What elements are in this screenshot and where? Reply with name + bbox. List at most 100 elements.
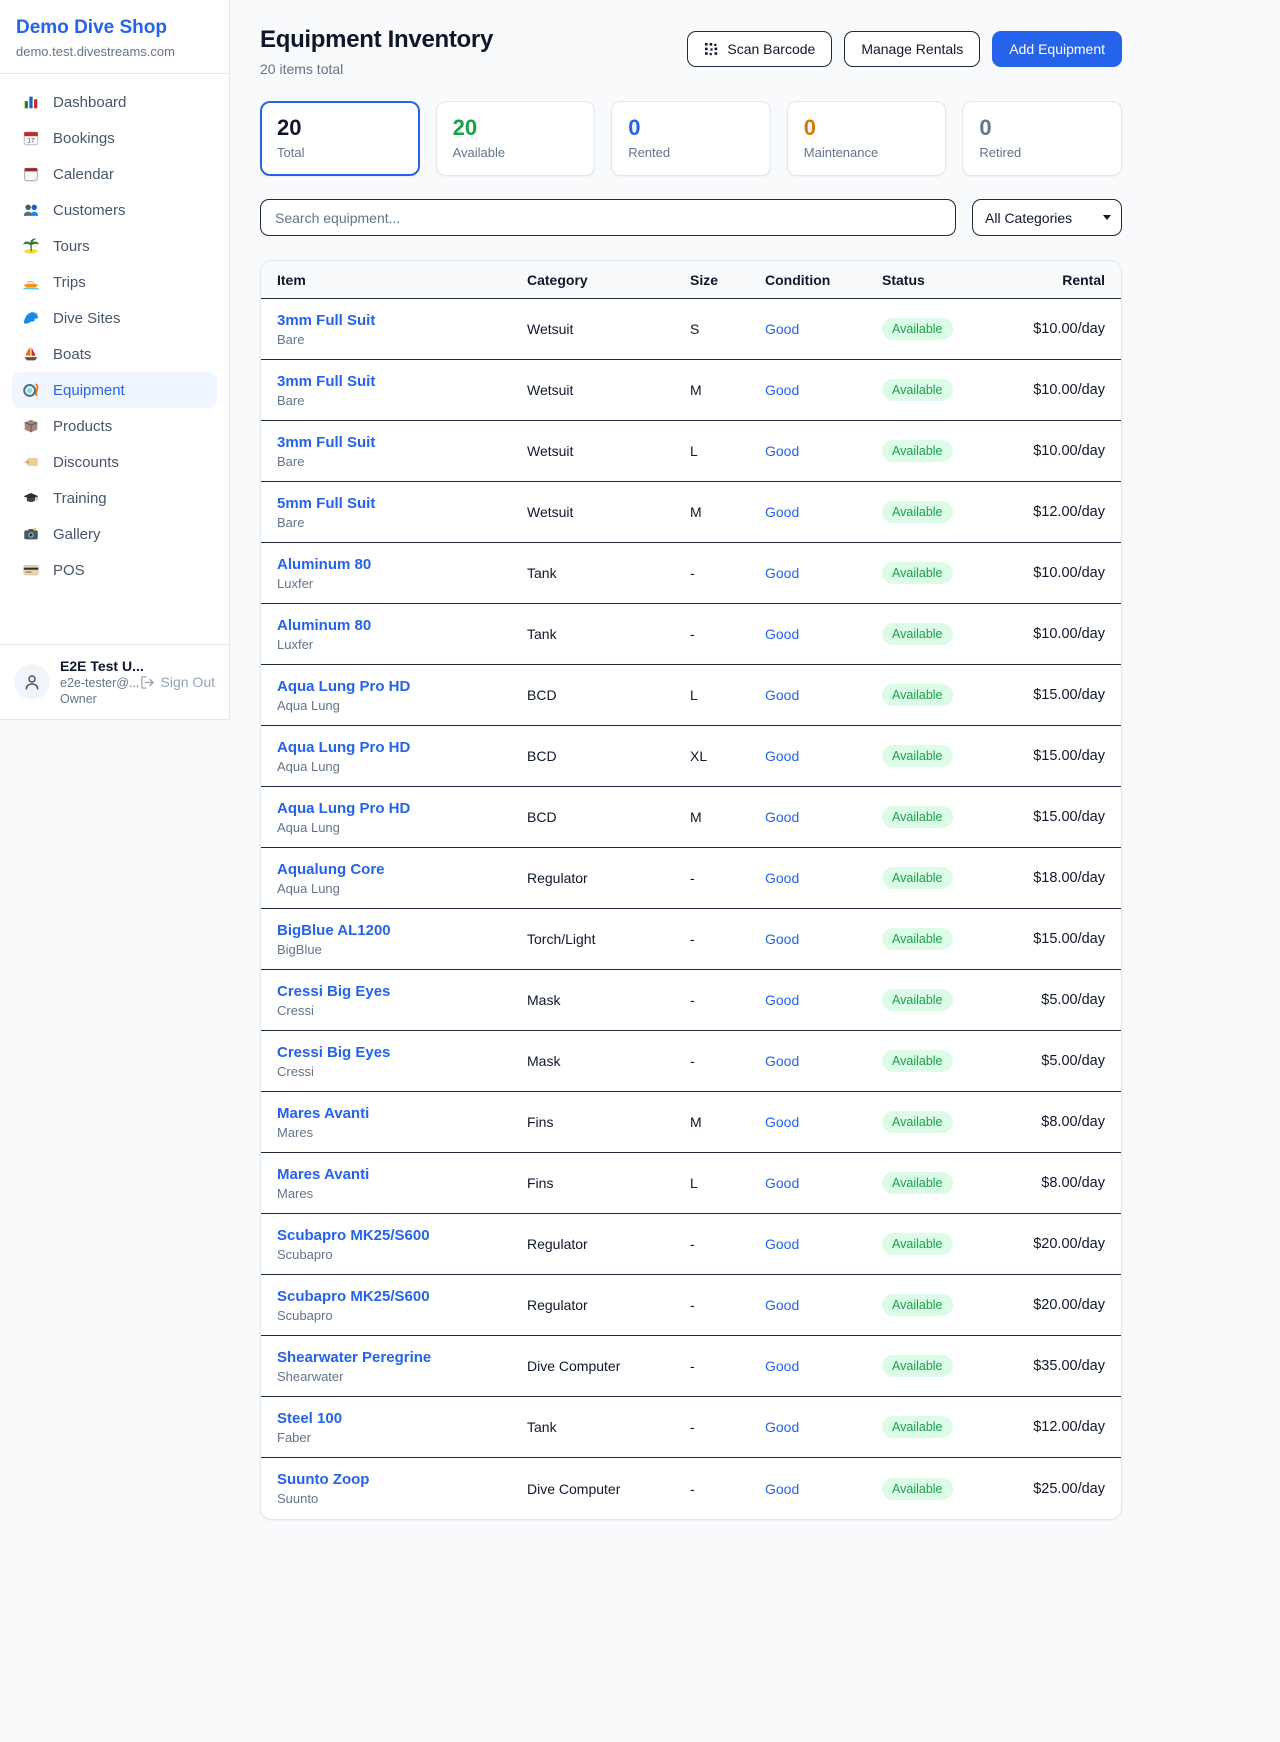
item-name-link[interactable]: Cressi Big Eyes	[277, 983, 527, 1000]
item-brand: Luxfer	[277, 637, 527, 652]
category-cell: Dive Computer	[527, 1481, 690, 1497]
stat-value: 20	[453, 116, 579, 140]
condition-link[interactable]: Good	[765, 1114, 882, 1130]
item-name-link[interactable]: Aluminum 80	[277, 617, 527, 634]
condition-link[interactable]: Good	[765, 1358, 882, 1374]
item-name-link[interactable]: Aqualung Core	[277, 861, 527, 878]
item-name-link[interactable]: Aqua Lung Pro HD	[277, 800, 527, 817]
item-name-link[interactable]: Suunto Zoop	[277, 1471, 527, 1488]
status-badge: Available	[882, 1416, 953, 1438]
item-brand: Faber	[277, 1430, 527, 1445]
item-name-link[interactable]: 3mm Full Suit	[277, 434, 527, 451]
search-input[interactable]	[260, 199, 956, 236]
sidebar-item-equipment[interactable]: Equipment	[12, 372, 217, 408]
sidebar-item-products[interactable]: Products	[12, 408, 217, 444]
sidebar-item-gallery[interactable]: Gallery	[12, 516, 217, 552]
status-cell: Available	[882, 379, 993, 401]
condition-link[interactable]: Good	[765, 992, 882, 1008]
sidebar-item-customers[interactable]: Customers	[12, 192, 217, 228]
sidebar-item-dashboard[interactable]: Dashboard	[12, 84, 217, 120]
sidebar-item-dive-sites[interactable]: Dive Sites	[12, 300, 217, 336]
size-cell: M	[690, 504, 765, 520]
item-brand: Mares	[277, 1186, 527, 1201]
condition-link[interactable]: Good	[765, 1297, 882, 1313]
condition-link[interactable]: Good	[765, 870, 882, 886]
item-brand: Luxfer	[277, 576, 527, 591]
item-name-link[interactable]: Steel 100	[277, 1410, 527, 1427]
item-name-link[interactable]: Cressi Big Eyes	[277, 1044, 527, 1061]
item-brand: Mares	[277, 1125, 527, 1140]
category-select[interactable]: All Categories	[972, 199, 1122, 236]
condition-link[interactable]: Good	[765, 1419, 882, 1435]
boats-icon	[22, 345, 40, 363]
person-icon	[23, 673, 41, 691]
scan-barcode-button[interactable]: Scan Barcode	[687, 31, 832, 67]
item-name-link[interactable]: Scubapro MK25/S600	[277, 1227, 527, 1244]
manage-rentals-button[interactable]: Manage Rentals	[844, 31, 980, 67]
rental-cell: $18.00/day	[993, 870, 1105, 886]
sidebar-item-trips[interactable]: Trips	[12, 264, 217, 300]
condition-link[interactable]: Good	[765, 1053, 882, 1069]
stat-card-retired[interactable]: 0 Retired	[962, 101, 1122, 176]
item-name-link[interactable]: Scubapro MK25/S600	[277, 1288, 527, 1305]
status-cell: Available	[882, 1172, 993, 1194]
add-equipment-button[interactable]: Add Equipment	[992, 31, 1122, 67]
condition-link[interactable]: Good	[765, 1481, 882, 1497]
item-name-link[interactable]: Aqua Lung Pro HD	[277, 739, 527, 756]
item-name-link[interactable]: Aluminum 80	[277, 556, 527, 573]
condition-link[interactable]: Good	[765, 748, 882, 764]
category-cell: BCD	[527, 809, 690, 825]
sidebar-item-pos[interactable]: POS	[12, 552, 217, 588]
table-row: Aluminum 80 Luxfer Tank - Good Available…	[261, 543, 1121, 604]
status-badge: Available	[882, 1172, 953, 1194]
condition-link[interactable]: Good	[765, 443, 882, 459]
rental-cell: $20.00/day	[993, 1236, 1105, 1252]
condition-link[interactable]: Good	[765, 687, 882, 703]
sidebar-item-discounts[interactable]: Discounts	[12, 444, 217, 480]
status-badge: Available	[882, 867, 953, 889]
condition-link[interactable]: Good	[765, 809, 882, 825]
stat-card-total[interactable]: 20 Total	[260, 101, 420, 176]
condition-link[interactable]: Good	[765, 504, 882, 520]
table-row: Scubapro MK25/S600 Scubapro Regulator - …	[261, 1214, 1121, 1275]
item-name-link[interactable]: Mares Avanti	[277, 1105, 527, 1122]
sidebar-item-training[interactable]: Training	[12, 480, 217, 516]
table-row: Mares Avanti Mares Fins L Good Available…	[261, 1153, 1121, 1214]
stat-card-rented[interactable]: 0 Rented	[611, 101, 771, 176]
condition-link[interactable]: Good	[765, 626, 882, 642]
sidebar-nav: Dashboard 17 Bookings Calendar Customers	[0, 74, 229, 644]
stat-card-maintenance[interactable]: 0 Maintenance	[787, 101, 947, 176]
dashboard-icon	[22, 93, 40, 111]
condition-link[interactable]: Good	[765, 1175, 882, 1191]
item-name-link[interactable]: 3mm Full Suit	[277, 312, 527, 329]
sidebar-item-label: Dashboard	[53, 94, 126, 111]
item-name-link[interactable]: Mares Avanti	[277, 1166, 527, 1183]
sidebar-item-boats[interactable]: Boats	[12, 336, 217, 372]
item-name-link[interactable]: Aqua Lung Pro HD	[277, 678, 527, 695]
condition-link[interactable]: Good	[765, 1236, 882, 1252]
rental-cell: $8.00/day	[993, 1114, 1105, 1130]
sign-out-button[interactable]: Sign Out	[140, 674, 215, 690]
status-badge: Available	[882, 928, 953, 950]
sidebar-item-bookings[interactable]: 17 Bookings	[12, 120, 217, 156]
table-row: Aqualung Core Aqua Lung Regulator - Good…	[261, 848, 1121, 909]
status-cell: Available	[882, 1478, 993, 1500]
sidebar-item-tours[interactable]: Tours	[12, 228, 217, 264]
category-cell: Tank	[527, 565, 690, 581]
table-row: 3mm Full Suit Bare Wetsuit S Good Availa…	[261, 299, 1121, 360]
item-name-link[interactable]: 5mm Full Suit	[277, 495, 527, 512]
size-cell: -	[690, 1419, 765, 1435]
equipment-table: Item Category Size Condition Status Rent…	[260, 260, 1122, 1520]
condition-link[interactable]: Good	[765, 931, 882, 947]
size-cell: -	[690, 992, 765, 1008]
item-name-link[interactable]: BigBlue AL1200	[277, 922, 527, 939]
category-cell: Torch/Light	[527, 931, 690, 947]
item-name-link[interactable]: Shearwater Peregrine	[277, 1349, 527, 1366]
category-cell: Tank	[527, 626, 690, 642]
item-name-link[interactable]: 3mm Full Suit	[277, 373, 527, 390]
sidebar-item-calendar[interactable]: Calendar	[12, 156, 217, 192]
condition-link[interactable]: Good	[765, 382, 882, 398]
condition-link[interactable]: Good	[765, 565, 882, 581]
condition-link[interactable]: Good	[765, 321, 882, 337]
stat-card-available[interactable]: 20 Available	[436, 101, 596, 176]
